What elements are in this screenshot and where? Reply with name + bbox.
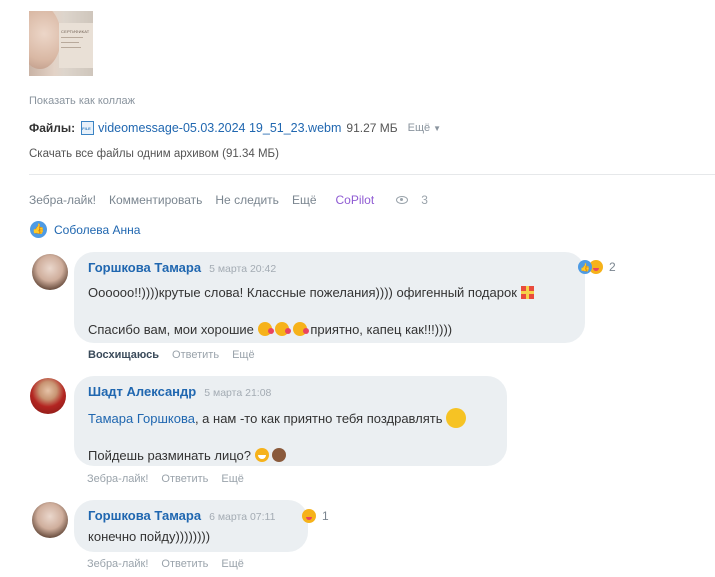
comment-button[interactable]: Комментировать xyxy=(109,193,202,207)
comment-bubble: Шадт Александр 5 марта 21:08 Тамара Горш… xyxy=(74,376,507,466)
comment-bubble: Горшкова Тамара 5 марта 20:42 Оооооо!!))… xyxy=(74,252,585,343)
reply-button[interactable]: Ответить xyxy=(161,558,208,570)
file-icon xyxy=(81,121,95,135)
comment-text: Спасибо вам, мои хорошие приятно, капец … xyxy=(88,321,571,339)
comment-text: Тамара Горшкова, а нам -то как приятно т… xyxy=(88,408,493,428)
mention-link[interactable]: Тамара Горшкова xyxy=(88,411,195,426)
comment-bubble: Горшкова Тамара 6 марта 07:11 конечно по… xyxy=(74,500,308,552)
comment-text: конечно пойду)))))))) xyxy=(88,529,211,544)
comment-text-line: Оооооо!!))))крутые слова! Классные пожел… xyxy=(88,285,517,300)
comment-author[interactable]: Горшкова Тамара xyxy=(88,260,201,275)
comment-text-line: приятно, капец как!!!)))) xyxy=(310,322,453,337)
admire-button[interactable]: Восхищаюсь xyxy=(88,349,159,361)
comment-text: Пойдешь разминать лицо? xyxy=(88,447,493,465)
eye-icon xyxy=(396,196,409,204)
like-reaction-icon: 👍 xyxy=(578,260,592,274)
kiss-emoji-icon xyxy=(292,322,309,336)
divider xyxy=(29,174,715,175)
comment-date[interactable]: 5 марта 21:08 xyxy=(204,387,271,399)
smile-emoji-icon xyxy=(446,408,467,428)
thumbnail-face-image xyxy=(29,11,61,69)
thumbnail-line xyxy=(61,37,83,38)
comment-reactions[interactable]: 1 xyxy=(302,509,329,523)
avatar[interactable] xyxy=(32,254,68,290)
file-more-button[interactable]: Ещё xyxy=(408,122,431,134)
thumbnail-line xyxy=(61,47,81,48)
zebra-like-button[interactable]: Зебра-лайк! xyxy=(29,193,96,207)
avatar[interactable] xyxy=(32,502,68,538)
comment-more-button[interactable]: Ещё xyxy=(232,349,255,361)
comment-text: Оооооо!!))))крутые слова! Классные пожел… xyxy=(88,284,571,302)
file-link[interactable]: videomessage-05.03.2024 19_51_23.webm xyxy=(98,121,341,135)
files-row: Файлы: videomessage-05.03.2024 19_51_23.… xyxy=(29,121,441,135)
unfollow-button[interactable]: Не следить xyxy=(215,193,279,207)
comment-text-line: , а нам -то как приятно тебя поздравлять xyxy=(194,411,443,426)
avatar[interactable] xyxy=(30,378,66,414)
gift-emoji-icon xyxy=(520,286,534,299)
files-label: Файлы: xyxy=(29,121,76,135)
chevron-down-icon[interactable]: ▼ xyxy=(433,124,441,133)
comment-text-line: Спасибо вам, мои хорошие xyxy=(88,322,254,337)
comment-more-button[interactable]: Ещё xyxy=(221,558,244,570)
thumbnail-certificate-title: СЕРТИФИКАТ xyxy=(61,29,90,34)
comment-date[interactable]: 6 марта 07:11 xyxy=(209,511,275,523)
views-count: 3 xyxy=(421,193,428,207)
comment-date[interactable]: 5 марта 20:42 xyxy=(209,263,276,275)
zebra-like-button[interactable]: Зебра-лайк! xyxy=(87,473,148,485)
comment-text-line: Пойдешь разминать лицо? xyxy=(88,448,252,463)
likers-row: 👍 Соболева Анна xyxy=(30,221,140,238)
reply-button[interactable]: Ответить xyxy=(172,349,219,361)
comment-author[interactable]: Шадт Александр xyxy=(88,384,196,399)
comment-actions: Зебра-лайк! Ответить Ещё xyxy=(87,558,257,570)
download-archive-link[interactable]: Скачать все файлы одним архивом (91.34 М… xyxy=(29,148,279,160)
reaction-count: 2 xyxy=(609,260,616,274)
post-actions: Зебра-лайк! Комментировать Не следить Ещ… xyxy=(29,193,441,207)
thumbs-up-icon: 👍 xyxy=(30,221,47,238)
comment-actions: Восхищаюсь Ответить Ещё xyxy=(88,349,268,361)
thumbnail-line xyxy=(61,42,79,43)
comment-more-button[interactable]: Ещё xyxy=(221,473,244,485)
file-size: 91.27 МБ xyxy=(346,121,398,135)
show-as-collage-link[interactable]: Показать как коллаж xyxy=(29,95,135,107)
kiss-emoji-icon xyxy=(257,322,274,336)
copilot-button[interactable]: CoPilot xyxy=(336,193,375,207)
kiss-emoji-icon xyxy=(275,322,292,336)
views-counter: 3 xyxy=(396,193,441,207)
see-no-evil-monkey-icon xyxy=(272,448,287,462)
laugh-reaction-icon xyxy=(302,509,316,523)
zebra-like-button[interactable]: Зебра-лайк! xyxy=(87,558,148,570)
comment-reactions[interactable]: 👍 2 xyxy=(578,260,616,274)
comment-author[interactable]: Горшкова Тамара xyxy=(88,508,201,523)
liker-name[interactable]: Соболева Анна xyxy=(54,223,140,237)
more-button[interactable]: Ещё xyxy=(292,193,317,207)
grin-emoji-icon xyxy=(254,448,269,462)
reply-button[interactable]: Ответить xyxy=(161,473,208,485)
reaction-count: 1 xyxy=(322,509,329,523)
comment-actions: Зебра-лайк! Ответить Ещё xyxy=(87,473,257,485)
attachment-thumbnail[interactable]: СЕРТИФИКАТ xyxy=(29,11,93,76)
